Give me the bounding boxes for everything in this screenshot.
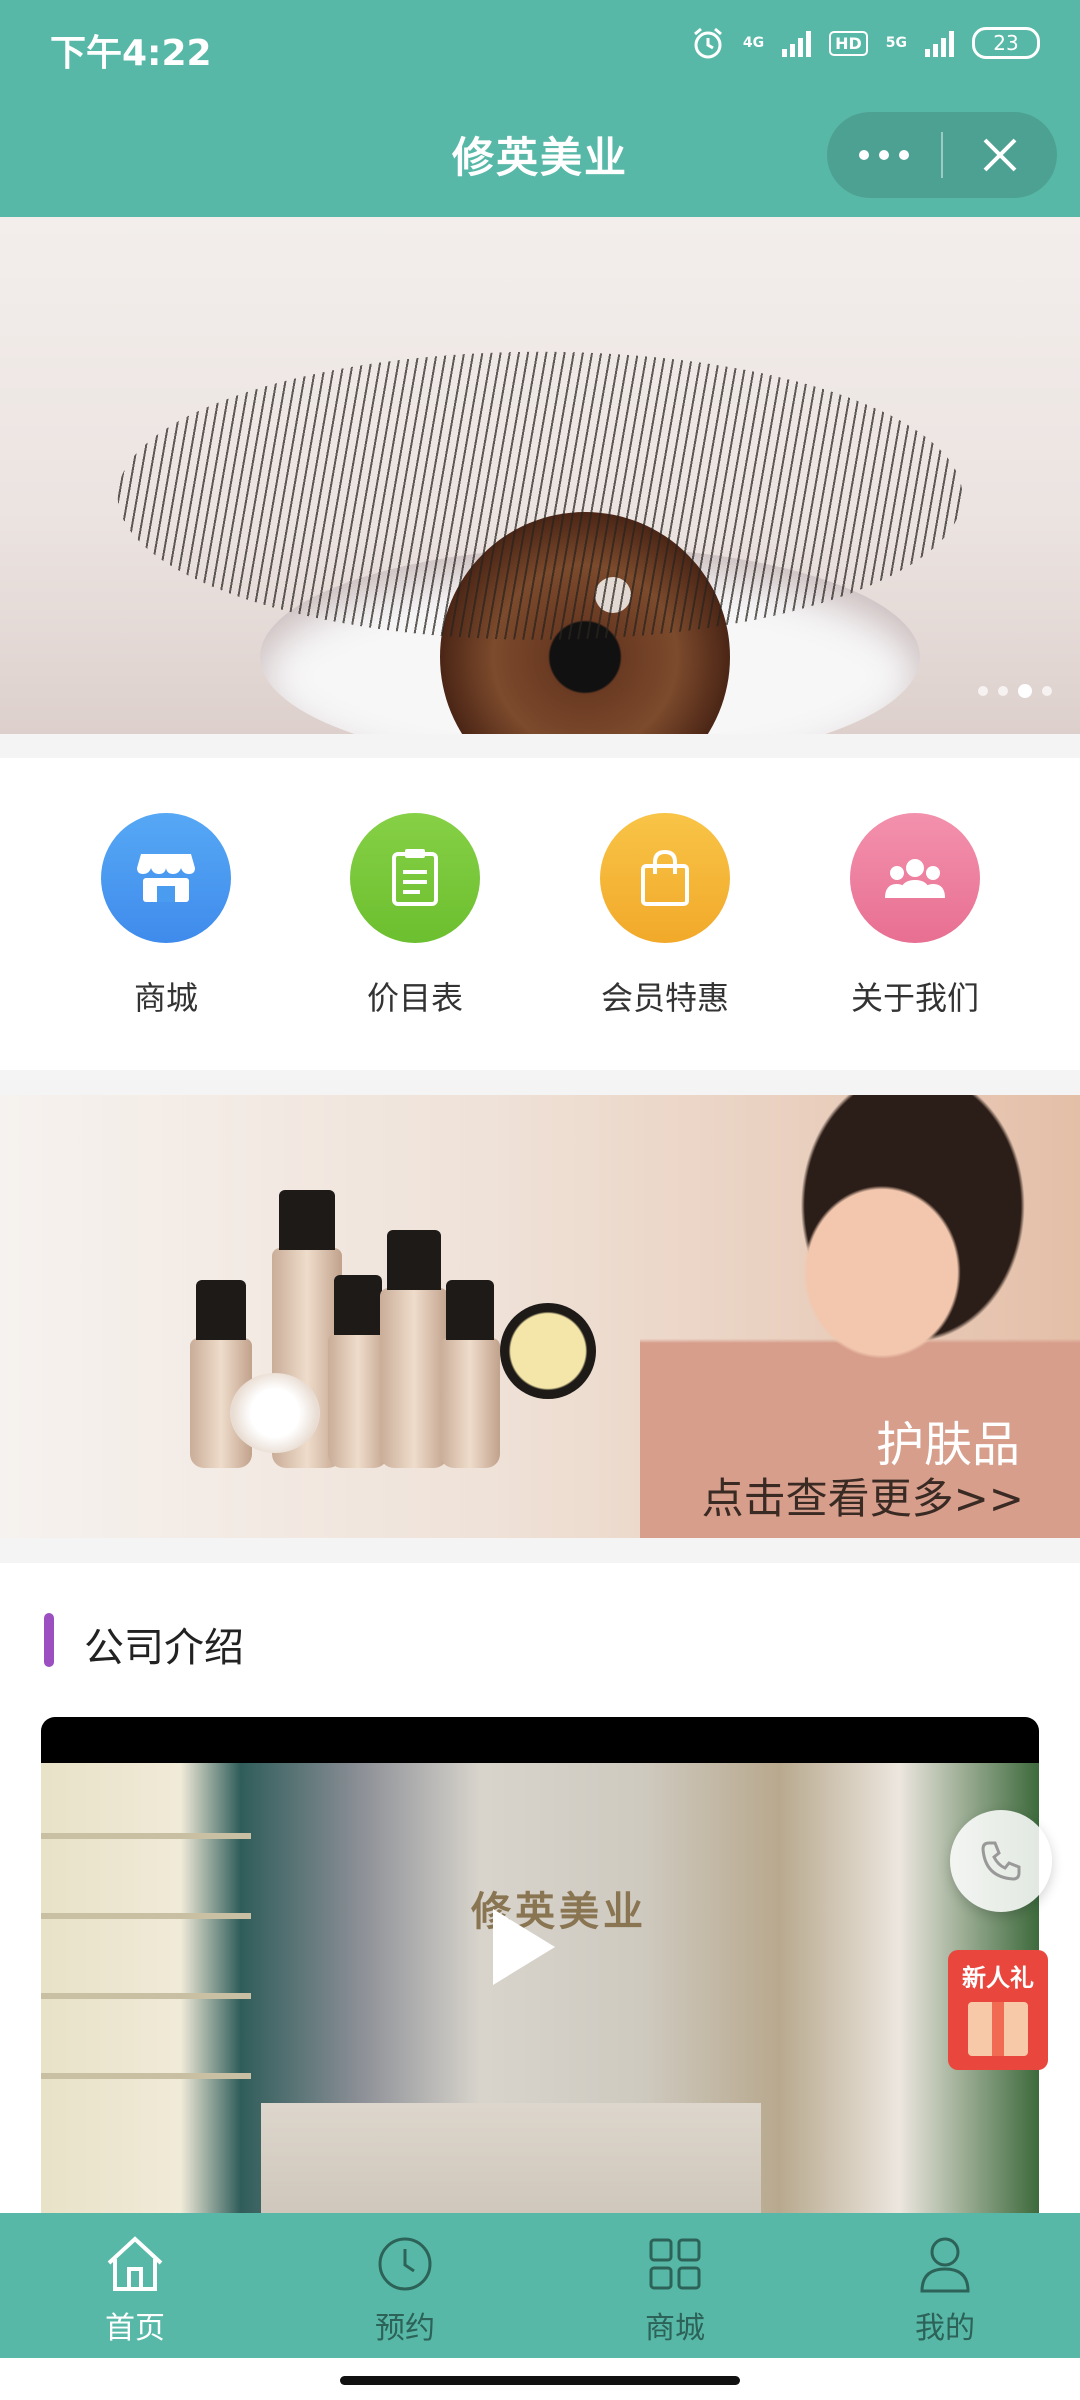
new-user-gift-button[interactable]: 新人礼 xyxy=(948,1950,1048,2070)
menu-item-price-list[interactable]: 价目表 xyxy=(315,813,515,1019)
tab-label: 首页 xyxy=(105,2311,165,2346)
carousel-dot xyxy=(998,686,1008,696)
close-icon xyxy=(983,138,1017,172)
menu-label: 价目表 xyxy=(366,979,463,1017)
product-bottle xyxy=(328,1275,388,1468)
section-title: 公司介绍 xyxy=(84,1625,244,1671)
carousel-indicator xyxy=(978,684,1052,698)
status-icons: 4G HD 5G 23 xyxy=(691,26,1040,60)
company-intro-section: 公司介绍 修英美业 xyxy=(0,1563,1080,2213)
menu-item-store[interactable]: 商城 xyxy=(66,813,266,1019)
gift-label: 新人礼 xyxy=(962,1964,1034,1992)
signal-icon xyxy=(782,29,812,57)
menu-icon-circle xyxy=(350,813,480,943)
menu-item-about-us[interactable]: 关于我们 xyxy=(815,813,1015,1019)
product-jar xyxy=(230,1373,320,1453)
menu-icon-circle xyxy=(850,813,980,943)
battery-icon: 23 xyxy=(972,27,1040,59)
quick-menu: 商城 价目表 会员特惠 关于我们 xyxy=(0,758,1080,1070)
more-button[interactable] xyxy=(827,112,941,198)
call-button[interactable] xyxy=(950,1810,1052,1912)
tab-label: 预约 xyxy=(375,2311,435,2346)
tab-home[interactable]: 首页 xyxy=(0,2213,270,2358)
product-bottle xyxy=(380,1230,448,1468)
menu-icon-circle xyxy=(600,813,730,943)
menu-item-member-deals[interactable]: 会员特惠 xyxy=(565,813,765,1019)
menu-label: 会员特惠 xyxy=(600,979,729,1017)
alarm-icon xyxy=(693,27,722,59)
system-home-area xyxy=(0,2358,1080,2400)
skincare-banner[interactable]: 护肤品 点击查看更多>> xyxy=(0,1095,1080,1538)
price-list-icon xyxy=(392,849,438,906)
tab-label: 我的 xyxy=(915,2311,975,2346)
status-time: 下午4:22 xyxy=(50,33,212,74)
signal-icon-2 xyxy=(925,29,954,57)
eye-image-lashes xyxy=(117,351,963,640)
tab-label: 商城 xyxy=(645,2311,705,2346)
menu-label: 商城 xyxy=(133,979,198,1017)
home-icon xyxy=(107,2236,163,2291)
shopping-bag-icon xyxy=(641,849,689,906)
network-label-4g: 4G xyxy=(742,35,765,51)
phone-icon xyxy=(981,1841,1021,1881)
carousel-dot xyxy=(978,686,988,696)
carousel-dot-active xyxy=(1018,684,1032,698)
network-label-5g: 5G xyxy=(885,35,907,51)
tab-store[interactable]: 商城 xyxy=(540,2213,810,2358)
hero-banner[interactable] xyxy=(0,217,1080,734)
section-accent-bar xyxy=(44,1613,54,1667)
battery-level: 23 xyxy=(993,31,1019,55)
grid-icon xyxy=(649,2238,701,2290)
clock-icon xyxy=(378,2237,432,2291)
menu-icon-circle xyxy=(101,813,231,943)
video-thumbnail: 修英美业 xyxy=(41,1763,1039,2213)
product-bottle xyxy=(440,1280,500,1468)
tab-mine[interactable]: 我的 xyxy=(810,2213,1080,2358)
bottom-tab-bar: 首页 预约 商城 我的 xyxy=(0,2213,1080,2358)
company-video[interactable]: 修英美业 xyxy=(41,1717,1039,2213)
store-icon xyxy=(137,854,195,902)
product-jar xyxy=(500,1303,596,1399)
group-icon xyxy=(885,859,945,898)
user-icon xyxy=(920,2237,970,2293)
menu-label: 关于我们 xyxy=(850,979,979,1017)
hd-badge: HD xyxy=(829,30,868,56)
carousel-dot xyxy=(1042,686,1052,696)
close-button[interactable] xyxy=(943,112,1057,198)
floor xyxy=(261,2103,761,2213)
top-bar: 下午4:22 4G HD 5G 23 修英美业 xyxy=(0,0,1080,217)
tab-booking[interactable]: 预约 xyxy=(270,2213,540,2358)
home-indicator-bar[interactable] xyxy=(340,2376,740,2385)
mini-program-capsule xyxy=(827,112,1057,198)
more-dots-icon xyxy=(854,150,914,160)
play-icon[interactable] xyxy=(493,1909,555,1985)
promo-more-link[interactable]: 点击查看更多>> xyxy=(702,1465,1024,1526)
